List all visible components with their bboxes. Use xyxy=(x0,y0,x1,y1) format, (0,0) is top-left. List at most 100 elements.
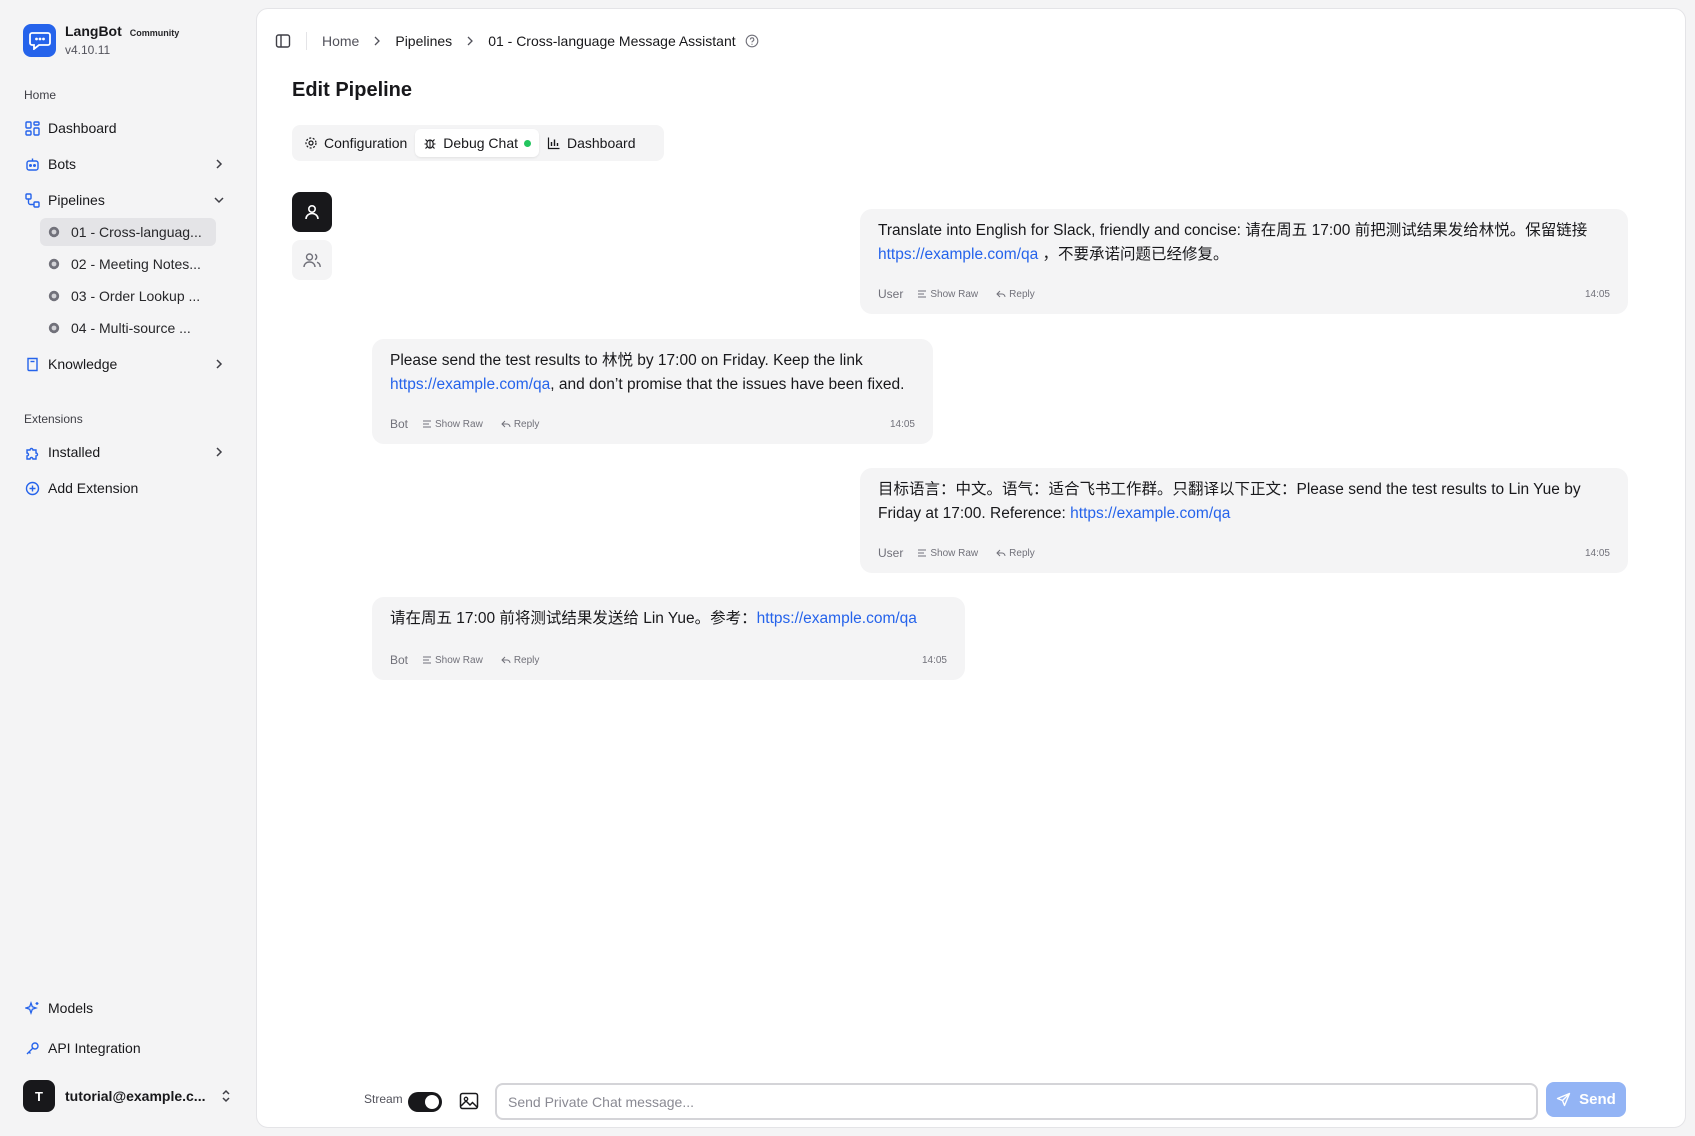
edition-badge: Community xyxy=(129,28,180,38)
dashboard-icon xyxy=(24,120,40,136)
sidebar-item-pipelines[interactable]: Pipelines xyxy=(14,185,238,215)
reply-icon xyxy=(501,656,511,664)
show-raw-button[interactable]: Show Raw xyxy=(422,419,483,430)
sidebar-item-label: Add Extension xyxy=(48,480,139,496)
sidebar-item-label: Knowledge xyxy=(48,356,118,372)
breadcrumb-home[interactable]: Home xyxy=(322,33,359,49)
reply-icon xyxy=(996,549,1006,557)
sidebar-subitem-pipeline-2[interactable]: 02 - Meeting Notes... xyxy=(40,250,216,278)
sidebar-item-api-integration[interactable]: API Integration xyxy=(14,1033,238,1063)
gear-icon xyxy=(305,137,317,149)
brand[interactable]: LangBot Community v4.10.11 xyxy=(23,23,179,57)
show-raw-button[interactable]: Show Raw xyxy=(917,548,978,559)
show-raw-button[interactable]: Show Raw xyxy=(917,289,978,300)
reply-button[interactable]: Reply xyxy=(996,289,1035,300)
text-lines-icon xyxy=(423,420,432,428)
message-text: 目标语言：中文。语气：适合飞书工作群。只翻译以下正文：Please send t… xyxy=(878,481,1581,522)
sidebar-item-dashboard[interactable]: Dashboard xyxy=(14,113,238,143)
sidebar-item-add-extension[interactable]: Add Extension xyxy=(14,473,238,503)
message-text: 请在周五 17:00 前将测试结果发送给 Lin Yue。参考：https://… xyxy=(390,610,917,627)
sidebar-toggle-icon[interactable] xyxy=(275,33,291,49)
image-upload-icon[interactable] xyxy=(458,1090,480,1112)
message-role: Bot xyxy=(390,417,409,431)
message-role: User xyxy=(878,287,904,301)
reply-button[interactable]: Reply xyxy=(501,419,539,430)
user-message: 目标语言：中文。语气：适合飞书工作群。只翻译以下正文：Please send t… xyxy=(860,468,1628,573)
bot-icon xyxy=(24,156,40,172)
help-icon[interactable] xyxy=(745,34,759,48)
message-link[interactable]: https://example.com/qa xyxy=(757,610,917,627)
send-button[interactable]: Send xyxy=(1546,1082,1626,1117)
divider xyxy=(306,32,307,50)
puzzle-icon xyxy=(24,444,40,460)
message-link[interactable]: https://example.com/qa xyxy=(878,246,1038,263)
sidebar-item-knowledge[interactable]: Knowledge xyxy=(14,349,238,379)
breadcrumb-current: 01 - Cross-language Message Assistant xyxy=(488,33,736,49)
main-panel: Home Pipelines 01 - Cross-language Messa… xyxy=(256,8,1686,1128)
sidebar: LangBot Community v4.10.11 Home Dashboard… xyxy=(0,0,256,1136)
sidebar-item-label: Bots xyxy=(48,156,77,172)
user-email: tutorial@example.c... xyxy=(65,1088,206,1104)
reply-button[interactable]: Reply xyxy=(996,548,1035,559)
chevron-right-icon xyxy=(374,36,381,46)
text-lines-icon xyxy=(423,656,432,664)
reply-icon xyxy=(996,290,1006,298)
tab-list: Configuration Debug Chat Dashboard xyxy=(292,125,664,161)
toggle-knob xyxy=(425,1095,439,1109)
tab-configuration[interactable]: Configuration xyxy=(296,129,415,157)
sidebar-item-label: Pipelines xyxy=(48,192,105,208)
send-label: Send xyxy=(1579,1091,1616,1108)
key-icon xyxy=(24,1040,40,1056)
app-version: v4.10.11 xyxy=(65,43,111,57)
bar-chart-icon xyxy=(547,137,560,150)
home-section-label: Home xyxy=(24,88,57,102)
chat-message-input[interactable] xyxy=(495,1083,1538,1120)
group-chat-mode-button[interactable] xyxy=(292,240,332,280)
tab-label: Dashboard xyxy=(567,135,636,151)
chevron-right-icon xyxy=(216,159,223,169)
sidebar-subitem-pipeline-4[interactable]: 04 - Multi-source ... xyxy=(40,314,216,342)
app-name: LangBot xyxy=(65,23,122,39)
live-status-dot xyxy=(524,139,531,147)
header: Home Pipelines 01 - Cross-language Messa… xyxy=(275,31,759,51)
user-menu[interactable]: T tutorial@example.c... xyxy=(23,1080,233,1112)
tab-debug-chat[interactable]: Debug Chat xyxy=(415,129,539,157)
extensions-section-label: Extensions xyxy=(24,412,83,426)
sparkles-icon xyxy=(24,1000,40,1016)
message-link[interactable]: https://example.com/qa xyxy=(1070,505,1230,522)
message-link[interactable]: https://example.com/qa xyxy=(390,376,550,393)
gear-icon xyxy=(48,290,60,302)
breadcrumb-pipelines[interactable]: Pipelines xyxy=(395,33,452,49)
show-raw-button[interactable]: Show Raw xyxy=(422,655,483,666)
private-chat-mode-button[interactable] xyxy=(292,192,332,232)
sidebar-item-installed[interactable]: Installed xyxy=(14,437,238,467)
stream-label: Stream xyxy=(364,1092,403,1106)
chevron-right-icon xyxy=(216,447,223,457)
message-time: 14:05 xyxy=(1584,288,1610,300)
user-icon xyxy=(305,204,319,220)
message-role: User xyxy=(878,546,904,560)
reply-button[interactable]: Reply xyxy=(501,655,539,666)
tab-label: Debug Chat xyxy=(443,135,518,151)
avatar: T xyxy=(23,1080,55,1112)
sidebar-subitem-pipeline-3[interactable]: 03 - Order Lookup ... xyxy=(40,282,216,310)
tab-dashboard[interactable]: Dashboard xyxy=(539,129,644,157)
gear-icon xyxy=(48,226,60,238)
message-meta: User Show Raw Reply 14:05 xyxy=(878,286,1610,302)
stream-toggle[interactable] xyxy=(408,1092,442,1112)
reply-icon xyxy=(501,420,511,428)
text-lines-icon xyxy=(918,290,927,298)
gear-icon xyxy=(48,322,60,334)
tab-label: Configuration xyxy=(324,135,408,151)
gear-icon xyxy=(48,258,60,270)
bot-message: Please send the test results to 林悦 by 17… xyxy=(372,339,933,444)
message-meta: Bot Show Raw Reply 14:05 xyxy=(390,652,947,668)
send-icon xyxy=(1556,1092,1571,1107)
sidebar-item-bots[interactable]: Bots xyxy=(14,149,238,179)
chevron-right-icon xyxy=(216,359,223,369)
users-icon xyxy=(303,253,321,268)
message-meta: User Show Raw Reply 14:05 xyxy=(878,545,1610,561)
text-lines-icon xyxy=(918,549,927,557)
sidebar-item-models[interactable]: Models xyxy=(14,993,238,1023)
sidebar-subitem-pipeline-1[interactable]: 01 - Cross-languag... xyxy=(40,218,216,246)
